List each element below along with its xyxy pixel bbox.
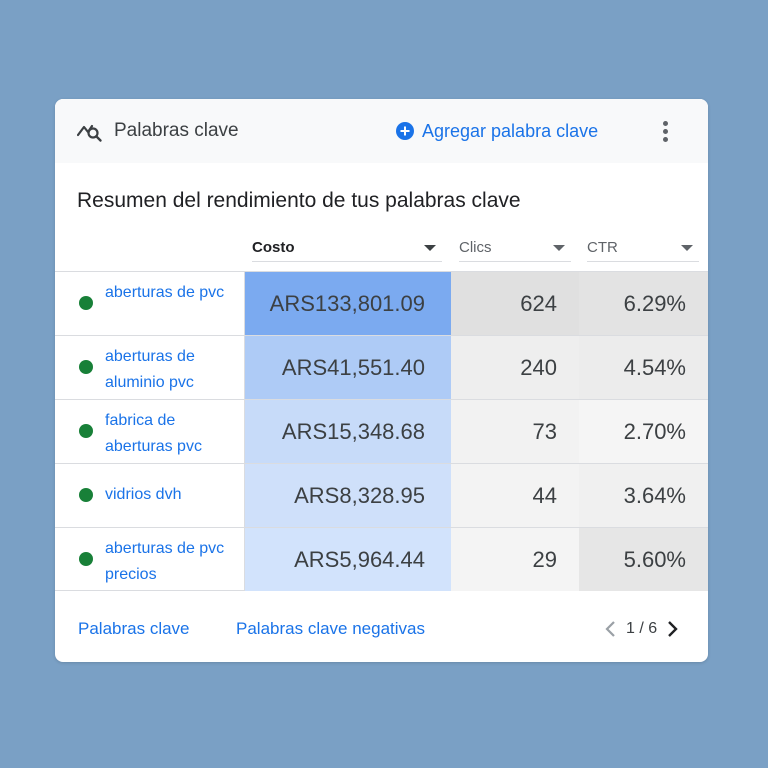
- cost-cell: ARS8,328.95: [245, 464, 451, 527]
- cost-cell: ARS5,964.44: [245, 528, 451, 591]
- table-row: vidrios dvh ARS8,328.95 44 3.64%: [55, 463, 708, 527]
- add-circle-icon: [396, 122, 414, 140]
- cost-cell: ARS133,801.09: [245, 272, 451, 335]
- page-indicator: 1 / 6: [626, 620, 658, 637]
- negative-keywords-link[interactable]: Palabras clave negativas: [236, 618, 425, 640]
- status-enabled-icon: [79, 296, 93, 310]
- pagination: 1 / 6: [600, 617, 683, 641]
- cost-cell: ARS41,551.40: [245, 336, 451, 399]
- keyword-link[interactable]: fabrica de aberturas pvc: [105, 408, 235, 460]
- cost-cell: ARS15,348.68: [245, 400, 451, 463]
- keywords-link[interactable]: Palabras clave: [78, 618, 190, 640]
- status-enabled-icon: [79, 360, 93, 374]
- chevron-left-icon: [605, 621, 615, 637]
- summary-title: Resumen del rendimiento de tus palabras …: [77, 189, 521, 212]
- add-keyword-button[interactable]: Agregar palabra clave: [396, 118, 598, 144]
- status-enabled-icon: [79, 424, 93, 438]
- table-row: aberturas de pvc ARS133,801.09 624 6.29%: [55, 271, 708, 335]
- previous-page-button[interactable]: [600, 617, 620, 641]
- keyword-link[interactable]: aberturas de pvc precios: [105, 536, 235, 588]
- clicks-cell: 29: [451, 528, 579, 591]
- card-title: Palabras clave: [114, 120, 239, 141]
- card-header: Palabras clave Agregar palabra clave: [55, 99, 708, 163]
- clicks-cell: 44: [451, 464, 579, 527]
- keyword-cell: fabrica de aberturas pvc: [55, 400, 245, 463]
- column-header-ctr-label: CTR: [587, 239, 618, 256]
- table-row: aberturas de aluminio pvc ARS41,551.40 2…: [55, 335, 708, 399]
- keyword-cell: vidrios dvh: [55, 464, 245, 527]
- table-row: fabrica de aberturas pvc ARS15,348.68 73…: [55, 399, 708, 463]
- sort-caret-icon: [424, 245, 436, 251]
- clicks-cell: 240: [451, 336, 579, 399]
- status-enabled-icon: [79, 552, 93, 566]
- status-enabled-icon: [79, 488, 93, 502]
- sort-caret-icon: [553, 245, 565, 251]
- ctr-cell: 4.54%: [579, 336, 708, 399]
- more-vert-icon[interactable]: [655, 117, 675, 145]
- keyword-cell: aberturas de pvc: [55, 272, 245, 335]
- chevron-right-icon: [668, 621, 678, 637]
- clicks-cell: 624: [451, 272, 579, 335]
- keyword-cell: aberturas de aluminio pvc: [55, 336, 245, 399]
- clicks-cell: 73: [451, 400, 579, 463]
- ctr-cell: 6.29%: [579, 272, 708, 335]
- column-header-ctr[interactable]: CTR: [587, 235, 699, 262]
- table-row: aberturas de pvc precios ARS5,964.44 29 …: [55, 527, 708, 591]
- column-header-clicks[interactable]: Clics: [459, 235, 571, 262]
- keyword-link[interactable]: vidrios dvh: [105, 482, 235, 508]
- keywords-table: aberturas de pvc ARS133,801.09 624 6.29%…: [55, 271, 708, 591]
- column-header-cost-label: Costo: [252, 239, 295, 256]
- ctr-cell: 5.60%: [579, 528, 708, 591]
- keyword-cell: aberturas de pvc precios: [55, 528, 245, 591]
- sort-caret-icon: [681, 245, 693, 251]
- keywords-card: Palabras clave Agregar palabra clave Res…: [55, 99, 708, 662]
- column-header-clicks-label: Clics: [459, 239, 492, 256]
- keyword-search-icon: [77, 124, 102, 142]
- column-header-cost[interactable]: Costo: [252, 235, 442, 262]
- add-keyword-label: Agregar palabra clave: [422, 120, 599, 141]
- ctr-cell: 2.70%: [579, 400, 708, 463]
- ctr-cell: 3.64%: [579, 464, 708, 527]
- keyword-link[interactable]: aberturas de aluminio pvc: [105, 344, 235, 396]
- next-page-button[interactable]: [663, 617, 683, 641]
- keyword-link[interactable]: aberturas de pvc: [105, 280, 235, 306]
